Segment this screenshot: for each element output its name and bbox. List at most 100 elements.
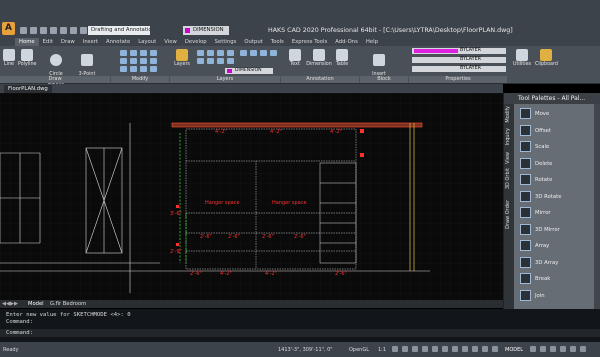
properties-panel-label[interactable]: Properties [409,76,507,83]
palette-tool-3d-array[interactable]: 3D Array [520,256,558,270]
palette-tool-join[interactable]: Join [520,289,545,303]
graphics-mode[interactable]: OpenGL [349,347,369,353]
layout-tab-model[interactable]: Model [28,300,44,308]
palette-tool-move[interactable]: Move [520,108,549,121]
text-button[interactable]: Text [288,49,302,67]
layer-dropdown-top[interactable]: DIMENSION [183,26,229,35]
ribbon-tab-tools[interactable]: Tools [267,38,288,46]
palette-scrollbar[interactable] [594,104,600,309]
file-tab-floorplan[interactable]: FloorPLAN.dwg [4,85,52,93]
save-icon[interactable] [40,27,47,34]
fullscreen-icon[interactable] [570,346,576,352]
ribbon-tab-view[interactable]: View [160,38,181,46]
drawing-canvas[interactable]: 4'-2" 4'-2" 4'-2" Hanger space Hanger space 3… [0,93,503,300]
layer-tool-icon[interactable] [207,50,214,56]
annotation-scale[interactable]: 1:1 [378,347,386,353]
modify-tool-icon[interactable] [140,50,147,56]
layers-button[interactable]: Layers [172,49,192,67]
palette-tool-break[interactable]: Break [520,273,550,286]
modify-tool-icon[interactable] [120,50,127,56]
layout-tab-gflr-bedroom[interactable]: G.flr Bedroom [50,300,86,308]
palette-tool-mirror[interactable]: Mirror [520,207,551,220]
polyline-button[interactable]: Polyline [18,49,37,67]
cursor-icon[interactable] [472,346,478,352]
palette-title[interactable]: Tool Palettes - All Pal... [504,93,600,104]
modify-tool-icon[interactable] [130,50,137,56]
ribbon-tab-help[interactable]: Help [362,38,382,46]
palette-tool-scale[interactable]: Scale [520,141,549,154]
clipboard-button[interactable]: Clipboard [535,49,558,67]
snap-icon[interactable] [392,346,398,352]
palette-tool-rotate[interactable]: Rotate [520,174,552,187]
ribbon-tab-settings[interactable]: Settings [211,38,241,46]
ribbon-tab-draw[interactable]: Draw [57,38,79,46]
modify-tool-icon[interactable] [150,50,157,56]
layer-tool-icon[interactable] [197,50,204,56]
ribbon-tab-home[interactable]: Home [15,38,39,46]
table-button[interactable]: Table [334,49,350,67]
osnap-icon[interactable] [432,346,438,352]
palette-tab-modify[interactable]: Modify [505,106,513,123]
workspace-icon[interactable] [540,346,546,352]
ribbon-tab-annotate[interactable]: Annotate [102,38,134,46]
palette-tool-3d-rotate[interactable]: 3D Rotate [520,190,561,204]
ribbon-tab-develop[interactable]: Develop [181,38,211,46]
layer-tool-icon[interactable] [250,50,257,56]
annotation-panel-label[interactable]: Annotation [281,76,359,83]
ribbon-tab-edit[interactable]: Edit [39,38,57,46]
layer-tool-icon[interactable] [227,50,234,56]
ribbon-tab-express-tools[interactable]: Express Tools [288,38,331,46]
modify-tool-icon[interactable] [150,58,157,64]
app-logo[interactable]: A [2,22,15,35]
quick-props-icon[interactable] [492,346,498,352]
palette-tool-array[interactable]: Array [520,240,549,253]
ribbon-tab-layout[interactable]: Layout [134,38,160,46]
grid-icon[interactable] [402,346,408,352]
modify-tool-icon[interactable] [120,66,127,72]
layer-tool-icon[interactable] [227,58,234,64]
layer-tool-icon[interactable] [260,50,267,56]
open-icon[interactable] [30,27,37,34]
modify-tool-icon[interactable] [120,58,127,64]
ribbon-tab-add-ons[interactable]: Add-Ons [331,38,362,46]
ribbon-tab-insert[interactable]: Insert [79,38,102,46]
customize-icon[interactable] [580,346,586,352]
palette-tool-delete[interactable]: Delete [520,157,552,171]
command-input[interactable]: Command: [0,329,600,337]
workspace-dropdown[interactable]: Drafting and Annotation [88,26,150,35]
layout-nav-arrows[interactable]: ◀◀▶▶ [2,300,18,308]
palette-tab-inquiry[interactable]: Inquiry [505,128,513,145]
ortho-icon[interactable] [412,346,418,352]
ribbon-tab-output[interactable]: Output [240,38,266,46]
layer-tool-icon[interactable] [217,58,224,64]
layer-tool-icon[interactable] [207,58,214,64]
dimension-button[interactable]: Dimension [306,49,332,67]
otrack-icon[interactable] [442,346,448,352]
lock-icon[interactable] [550,346,556,352]
print-icon[interactable] [50,27,57,34]
dynamic-input-icon[interactable] [482,346,488,352]
layer-tool-icon[interactable] [240,50,247,56]
line-button[interactable]: Line [2,49,16,67]
modify-tool-icon[interactable] [140,58,147,64]
drawing-svg[interactable]: 4'-2" 4'-2" 4'-2" Hanger space Hanger space 3… [0,93,503,300]
layer-tool-icon[interactable] [217,50,224,56]
annotation-icon[interactable] [530,346,536,352]
transparency-icon[interactable] [462,346,468,352]
layer-tool-icon[interactable] [270,50,277,56]
modify-tool-icon[interactable] [140,66,147,72]
palette-tab-3d-orbit[interactable]: 3D Orbit [505,168,513,189]
palette-tool-3d-mirror[interactable]: 3D Mirror [520,223,560,237]
draw-panel-label[interactable]: Draw [0,76,110,83]
modify-tool-icon[interactable] [150,66,157,72]
lineweight-dropdown[interactable]: BYLAYER [412,66,506,72]
palette-tab-draw-order[interactable]: Draw Order [505,200,513,229]
palette-tab-view[interactable]: View [505,152,513,164]
layer-tool-icon[interactable] [197,58,204,64]
new-icon[interactable] [20,27,27,34]
palette-tool-offset[interactable]: Offset [520,124,551,138]
modify-tool-icon[interactable] [130,66,137,72]
utilities-button[interactable]: Utilities [512,49,532,67]
redo-icon[interactable] [70,27,77,34]
model-space-toggle[interactable]: MODEL [505,347,523,353]
